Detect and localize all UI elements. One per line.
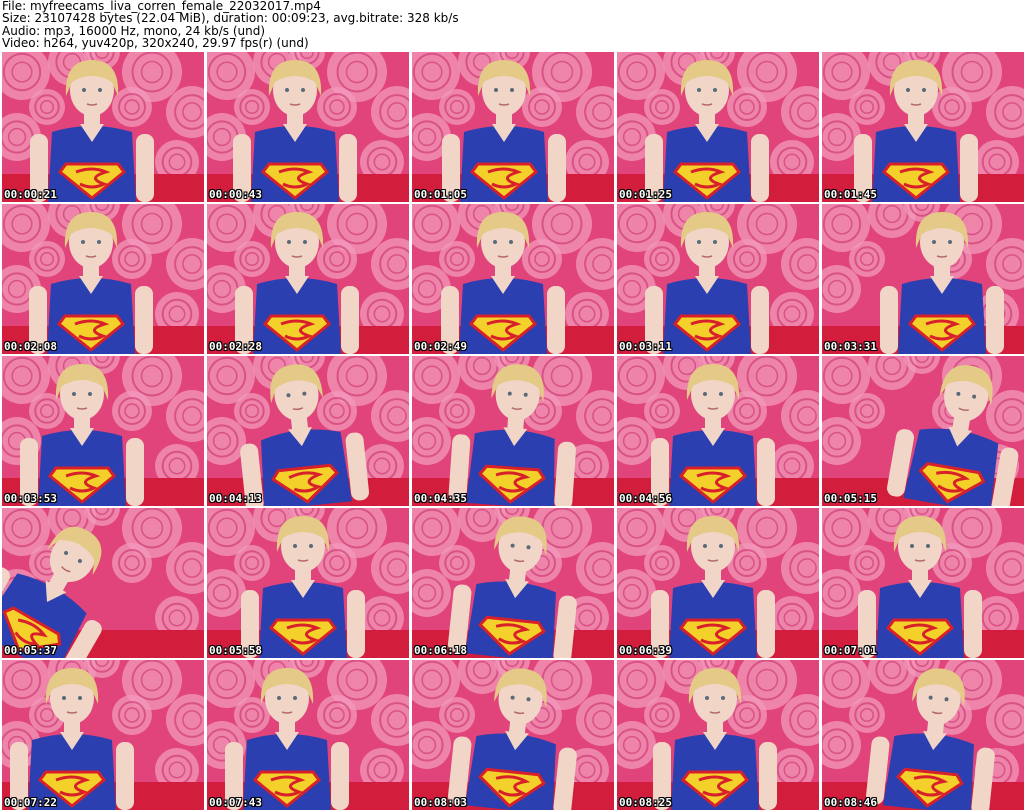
video-frame-image [2, 356, 204, 506]
video-thumbnail: 00:03:11 [617, 204, 819, 354]
timestamp-label: 00:08:25 [619, 796, 672, 809]
video-thumbnail: 00:01:05 [412, 52, 614, 202]
timestamp-label: 00:00:43 [209, 188, 262, 201]
video-frame-image [822, 204, 1024, 354]
video-thumbnail: 00:02:28 [207, 204, 409, 354]
video-frame-image [822, 660, 1024, 810]
video-thumbnail: 00:04:56 [617, 356, 819, 506]
video-frame-image [617, 52, 819, 202]
timestamp-label: 00:02:49 [414, 340, 467, 353]
video-thumbnail: 00:07:43 [207, 660, 409, 810]
video-frame-image [2, 508, 204, 658]
video-thumbnail: 00:02:08 [2, 204, 204, 354]
file-size-line: Size: 23107428 bytes (22.04 MiB), durati… [2, 11, 459, 26]
video-thumbnail: 00:03:53 [2, 356, 204, 506]
video-frame-image [822, 52, 1024, 202]
video-frame-image [617, 660, 819, 810]
video-thumbnail: 00:01:45 [822, 52, 1024, 202]
video-frame-image [617, 508, 819, 658]
video-frame-image [207, 356, 409, 506]
video-thumbnail: 00:03:31 [822, 204, 1024, 354]
timestamp-label: 00:04:56 [619, 492, 672, 505]
video-thumbnail: 00:01:25 [617, 52, 819, 202]
timestamp-label: 00:05:58 [209, 644, 262, 657]
timestamp-label: 00:04:35 [414, 492, 467, 505]
video-info-line: Video: h264, yuv420p, 320x240, 29.97 fps… [2, 36, 309, 51]
timestamp-label: 00:00:21 [4, 188, 57, 201]
video-thumbnail: 00:05:37 [2, 508, 204, 658]
video-frame-image [822, 508, 1024, 658]
video-thumbnail: 00:06:39 [617, 508, 819, 658]
video-frame-image [412, 204, 614, 354]
timestamp-label: 00:03:11 [619, 340, 672, 353]
timestamp-label: 00:07:01 [824, 644, 877, 657]
video-frame-image [412, 52, 614, 202]
timestamp-label: 00:02:08 [4, 340, 57, 353]
timestamp-label: 00:07:22 [4, 796, 57, 809]
video-frame-image [822, 356, 1024, 506]
timestamp-label: 00:05:15 [824, 492, 877, 505]
video-frame-image [2, 52, 204, 202]
video-thumbnail: 00:07:22 [2, 660, 204, 810]
file-info-header: File: myfreecams_liva_corren_female_2203… [2, 0, 1020, 50]
timestamp-label: 00:06:39 [619, 644, 672, 657]
timestamp-label: 00:08:03 [414, 796, 467, 809]
timestamp-label: 00:06:18 [414, 644, 467, 657]
video-thumbnail: 00:05:58 [207, 508, 409, 658]
video-frame-image [617, 204, 819, 354]
video-frame-image [412, 660, 614, 810]
timestamp-label: 00:01:25 [619, 188, 672, 201]
video-thumbnail: 00:04:13 [207, 356, 409, 506]
timestamp-label: 00:01:05 [414, 188, 467, 201]
video-thumbnail: 00:06:18 [412, 508, 614, 658]
video-thumbnail: 00:08:03 [412, 660, 614, 810]
video-frame-image [207, 52, 409, 202]
timestamp-label: 00:03:53 [4, 492, 57, 505]
timestamp-label: 00:07:43 [209, 796, 262, 809]
timestamp-label: 00:05:37 [4, 644, 57, 657]
video-thumbnail: 00:08:46 [822, 660, 1024, 810]
video-thumbnail: 00:00:21 [2, 52, 204, 202]
video-thumbnail: 00:02:49 [412, 204, 614, 354]
timestamp-label: 00:08:46 [824, 796, 877, 809]
video-thumbnail: 00:05:15 [822, 356, 1024, 506]
video-frame-image [2, 660, 204, 810]
video-frame-image [2, 204, 204, 354]
video-frame-image [617, 356, 819, 506]
thumbnail-grid: 00:00:21 00:00:43 00:01:05 00:01:25 00:01:45… [0, 52, 1024, 811]
timestamp-label: 00:03:31 [824, 340, 877, 353]
timestamp-label: 00:02:28 [209, 340, 262, 353]
video-frame-image [207, 204, 409, 354]
video-thumbnail: 00:08:25 [617, 660, 819, 810]
timestamp-label: 00:01:45 [824, 188, 877, 201]
video-frame-image [412, 508, 614, 658]
video-thumbnail: 00:00:43 [207, 52, 409, 202]
video-thumbnail: 00:07:01 [822, 508, 1024, 658]
timestamp-label: 00:04:13 [209, 492, 262, 505]
video-frame-image [412, 356, 614, 506]
video-frame-image [207, 660, 409, 810]
video-frame-image [207, 508, 409, 658]
video-thumbnail: 00:04:35 [412, 356, 614, 506]
